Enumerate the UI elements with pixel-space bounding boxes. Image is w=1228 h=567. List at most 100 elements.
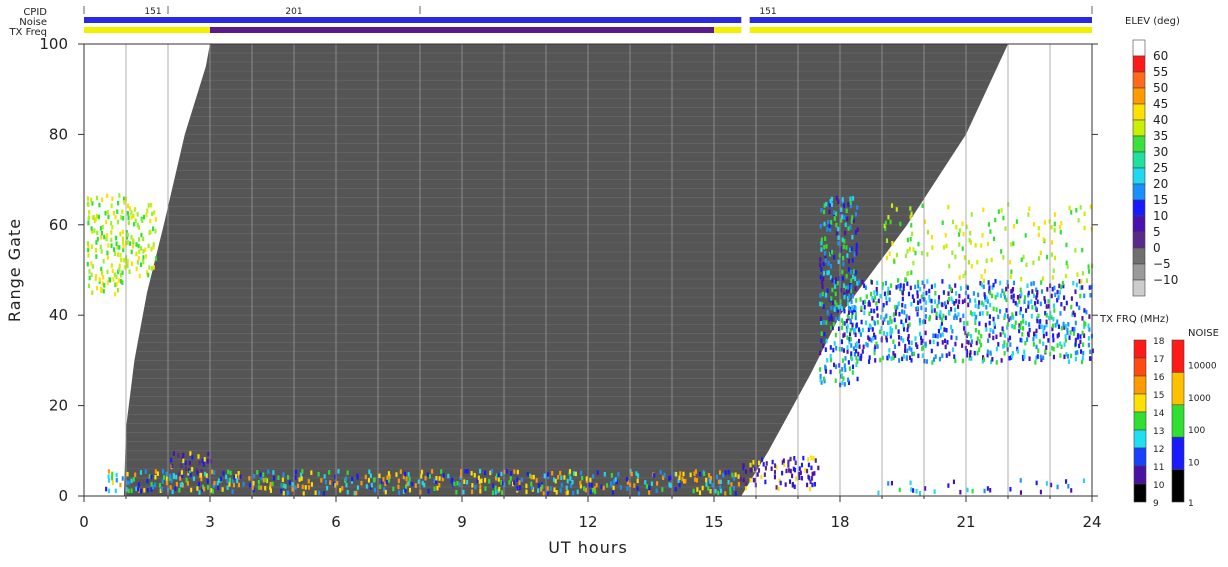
echo-cell (820, 267, 823, 272)
echo-cell (237, 482, 240, 488)
echo-cell (115, 274, 118, 280)
echo-cell (115, 478, 118, 483)
echo-cell (900, 309, 904, 314)
echo-cell (197, 481, 200, 487)
echo-cell (819, 301, 822, 307)
echo-cell (989, 229, 992, 234)
echo-cell (239, 474, 242, 480)
echo-cell (854, 315, 857, 321)
echo-cell (100, 234, 103, 240)
echo-cell (175, 481, 178, 487)
echo-cell (730, 482, 733, 487)
echo-cell (1060, 302, 1063, 307)
echo-cell (480, 478, 483, 484)
echo-cell (895, 324, 898, 330)
echo-cell (1056, 289, 1059, 295)
echo-cell (656, 481, 659, 486)
echo-cell (884, 280, 887, 286)
echo-cell (919, 298, 922, 304)
echo-cell (833, 307, 836, 312)
echo-cell (855, 246, 858, 252)
echo-cell (546, 486, 549, 491)
echo-cell (842, 244, 845, 250)
echo-cell (930, 234, 934, 240)
echo-cell (873, 308, 876, 314)
echo-cell (912, 488, 915, 493)
echo-cell (135, 242, 138, 247)
echo-cell (1034, 306, 1037, 311)
echo-cell (346, 489, 349, 495)
echo-cell (1037, 348, 1040, 353)
echo-cell (932, 339, 935, 345)
echo-cell (851, 356, 854, 362)
echo-cell (111, 480, 114, 486)
echo-cell (962, 313, 965, 319)
echo-cell (847, 310, 850, 315)
echo-cell (674, 486, 677, 492)
echo-cell (811, 482, 814, 488)
noise-colorbar-title: NOISE (1188, 328, 1219, 339)
echo-cell (1083, 225, 1086, 231)
echo-cell (777, 486, 780, 492)
echo-cell (126, 258, 129, 264)
echo-cell (967, 260, 970, 265)
echo-cell (121, 229, 124, 235)
echo-cell (1016, 349, 1019, 354)
echo-cell (978, 311, 982, 317)
echo-cell (773, 469, 777, 475)
echo-cell (490, 468, 493, 474)
echo-cell (455, 489, 458, 495)
echo-cell (918, 317, 921, 323)
echo-cell (977, 292, 980, 298)
echo-cell (488, 479, 491, 484)
echo-cell (328, 470, 331, 475)
echo-cell (626, 486, 629, 491)
echo-cell (734, 491, 737, 496)
echo-cell (908, 246, 912, 252)
echo-cell (152, 265, 155, 270)
echo-cell (300, 476, 303, 481)
txfreq-segment (84, 27, 210, 33)
echo-cell (355, 490, 358, 496)
echo-cell (1065, 260, 1068, 266)
echo-cell (139, 488, 142, 494)
echo-cell (392, 486, 395, 492)
echo-cell (850, 284, 853, 289)
echo-cell (1058, 224, 1061, 230)
echo-cell (944, 344, 947, 350)
echo-cell (820, 237, 823, 242)
echo-cell (90, 272, 93, 278)
echo-cell (902, 338, 905, 343)
echo-cell (1000, 249, 1003, 254)
echo-cell (822, 343, 825, 348)
echo-cell (941, 279, 944, 284)
echo-cell (264, 485, 267, 491)
echo-cell (860, 319, 863, 325)
y-tick-label: 40 (49, 306, 68, 324)
echo-cell (929, 339, 932, 345)
echo-cell (1023, 295, 1027, 300)
echo-cell (1079, 334, 1082, 339)
echo-cell (830, 305, 833, 311)
echo-cell (191, 467, 194, 472)
echo-cell (912, 351, 916, 357)
echo-cell (102, 258, 105, 264)
echo-cell (995, 307, 998, 312)
echo-cell (189, 451, 192, 456)
echo-cell (404, 488, 407, 493)
echo-cell (966, 487, 969, 493)
echo-cell (969, 350, 972, 355)
echo-cell (351, 476, 354, 482)
echo-cell (916, 344, 919, 350)
echo-cell (948, 351, 951, 357)
echo-cell (954, 283, 957, 288)
echo-cell (885, 255, 888, 261)
echo-cell (589, 489, 592, 495)
echo-cell (834, 291, 837, 297)
echo-cell (906, 249, 909, 254)
echo-cell (957, 312, 960, 317)
echo-cell (1065, 300, 1068, 306)
cpid-value: 151 (144, 7, 161, 17)
echo-cell (843, 363, 846, 368)
echo-cell (982, 357, 986, 362)
